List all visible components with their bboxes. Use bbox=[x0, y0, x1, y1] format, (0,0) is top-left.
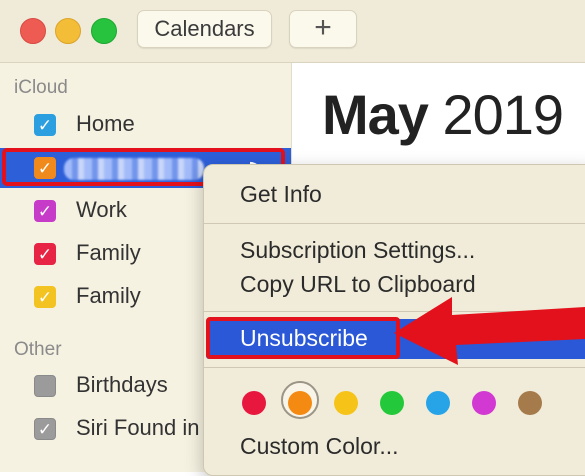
calendar-label: Siri Found in bbox=[76, 415, 200, 440]
calendar-label: Home bbox=[76, 111, 135, 136]
calendar-checkbox[interactable]: ✓ bbox=[34, 243, 56, 265]
minimize-window-button[interactable] bbox=[55, 18, 81, 44]
title-bar: Calendars + bbox=[0, 0, 585, 63]
color-swatch[interactable] bbox=[334, 391, 358, 415]
section-label-other: Other bbox=[14, 339, 62, 360]
calendar-label: Family bbox=[76, 283, 141, 308]
color-swatch[interactable] bbox=[380, 391, 404, 415]
calendar-label: Family bbox=[76, 240, 141, 265]
calendar-checkbox[interactable]: ✓ bbox=[34, 418, 56, 440]
close-window-button[interactable] bbox=[20, 18, 46, 44]
calendar-label: Birthdays bbox=[76, 372, 168, 397]
menu-separator bbox=[204, 367, 585, 368]
month-year-heading: May 2019 bbox=[322, 82, 565, 147]
menu-item-custom-color[interactable]: Custom Color... bbox=[240, 433, 399, 460]
menu-separator bbox=[204, 223, 585, 224]
calendar-label: Work bbox=[76, 197, 127, 222]
add-event-button[interactable]: + bbox=[289, 10, 357, 48]
calendar-checkbox[interactable]: ✓ bbox=[34, 286, 56, 308]
calendar-item-home[interactable]: ✓ Home bbox=[0, 105, 291, 145]
year-label: 2019 bbox=[442, 83, 565, 146]
calendar-checkbox[interactable]: ✓ bbox=[34, 200, 56, 222]
color-swatch[interactable] bbox=[426, 391, 450, 415]
section-label-icloud: iCloud bbox=[14, 77, 68, 98]
unsubscribe-highlight-box bbox=[206, 317, 400, 359]
color-swatch[interactable] bbox=[518, 391, 542, 415]
menu-item-subscription-settings[interactable]: Subscription Settings... bbox=[240, 237, 475, 264]
calendar-checkbox[interactable]: ✓ bbox=[34, 114, 56, 136]
calendar-checkbox[interactable] bbox=[34, 375, 56, 397]
color-swatch[interactable] bbox=[242, 391, 266, 415]
month-label: May bbox=[322, 83, 429, 146]
color-swatch[interactable] bbox=[288, 391, 312, 415]
menu-item-get-info[interactable]: Get Info bbox=[240, 181, 322, 208]
color-swatch[interactable] bbox=[472, 391, 496, 415]
zoom-window-button[interactable] bbox=[91, 18, 117, 44]
calendars-button[interactable]: Calendars bbox=[137, 10, 272, 48]
annotation-arrow-icon bbox=[394, 297, 585, 365]
